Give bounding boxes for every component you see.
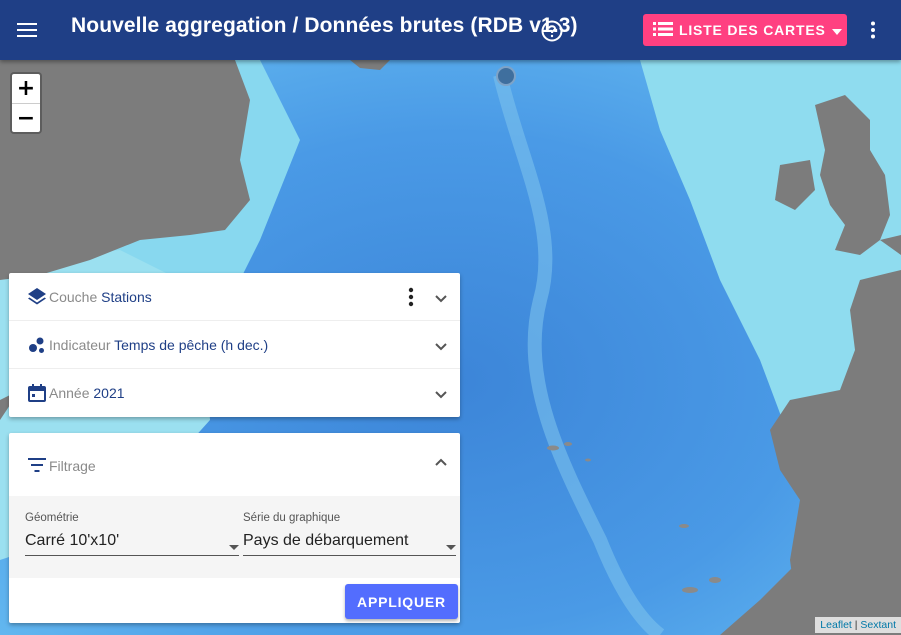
geometry-label: Géométrie (25, 512, 79, 524)
maps-list-button[interactable]: LISTE DES CARTES (643, 14, 847, 46)
more-vert-icon[interactable] (862, 15, 884, 45)
map-attribution: Leaflet | Sextant (815, 617, 901, 633)
chevron-down-icon[interactable] (434, 387, 448, 401)
layer-row[interactable]: Couche Stations (9, 273, 460, 321)
menu-icon[interactable] (12, 15, 42, 45)
help-icon[interactable] (541, 20, 563, 42)
leaflet-link[interactable]: Leaflet (820, 619, 852, 631)
page-title: Nouvelle aggregation / Données brutes (R… (71, 14, 578, 37)
chevron-down-icon[interactable] (434, 291, 448, 305)
serie-value: Pays de débarquement (243, 532, 409, 549)
station-marker[interactable] (496, 66, 516, 86)
chevron-up-icon[interactable] (434, 455, 448, 469)
app-toolbar: Nouvelle aggregation / Données brutes (R… (0, 0, 901, 60)
zoom-out-button[interactable]: − (12, 103, 40, 132)
filter-header[interactable]: Filtrage (9, 433, 460, 496)
filter-body: Géométrie Carré 10'x10' Série du graphiq… (9, 496, 460, 578)
list-icon (653, 21, 673, 39)
zoom-control: + − (10, 72, 42, 134)
layer-value: Stations (101, 289, 152, 305)
layer-key: Couche (49, 289, 98, 305)
chevron-down-icon[interactable] (434, 339, 448, 353)
filter-title: Filtrage (49, 458, 96, 474)
layer-settings-panel: Couche Stations Indicateur Temps de pêch… (9, 273, 460, 417)
apply-button[interactable]: APPLIQUER (345, 584, 458, 619)
zoom-in-button[interactable]: + (12, 74, 40, 103)
indicator-value: Temps de pêche (h dec.) (114, 337, 269, 353)
year-value: 2021 (93, 385, 125, 401)
sextant-link[interactable]: Sextant (860, 619, 896, 631)
dropdown-arrow-icon (229, 538, 239, 550)
serie-label: Série du graphique (243, 512, 341, 524)
indicator-key: Indicateur (49, 337, 111, 353)
calendar-icon (27, 383, 47, 403)
layer-options-icon[interactable] (407, 287, 415, 307)
layers-icon (27, 287, 47, 307)
year-key: Année (49, 385, 90, 401)
geometry-select[interactable]: Géométrie Carré 10'x10' (25, 512, 239, 556)
geometry-value: Carré 10'x10' (25, 532, 120, 549)
serie-select[interactable]: Série du graphique Pays de débarquement (243, 512, 456, 556)
filter-panel: Filtrage Géométrie Carré 10'x10' Série d… (9, 433, 460, 623)
indicator-row[interactable]: Indicateur Temps de pêche (h dec.) (9, 321, 460, 369)
maps-list-label: LISTE DES CARTES (679, 22, 826, 38)
year-row[interactable]: Année 2021 (9, 369, 460, 417)
bubble-chart-icon (27, 335, 47, 355)
dropdown-arrow-icon (446, 538, 456, 550)
caret-down-icon (831, 22, 842, 38)
filter-icon (27, 457, 47, 473)
